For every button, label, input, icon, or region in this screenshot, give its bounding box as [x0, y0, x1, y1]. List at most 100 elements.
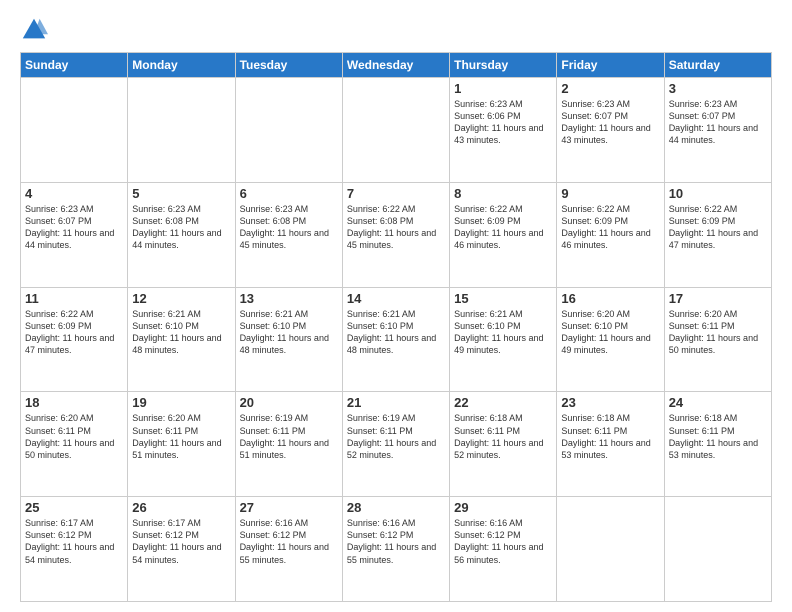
weekday-header: Saturday	[664, 53, 771, 78]
calendar-cell: 27 Sunrise: 6:16 AM Sunset: 6:12 PM Dayli…	[235, 497, 342, 602]
weekday-header: Thursday	[450, 53, 557, 78]
cell-day-number: 13	[240, 291, 338, 306]
cell-day-number: 8	[454, 186, 552, 201]
calendar-cell: 8 Sunrise: 6:22 AM Sunset: 6:09 PM Daylig…	[450, 182, 557, 287]
cell-day-number: 25	[25, 500, 123, 515]
cell-sun-info: Sunrise: 6:17 AM Sunset: 6:12 PM Dayligh…	[132, 517, 230, 566]
cell-sun-info: Sunrise: 6:22 AM Sunset: 6:08 PM Dayligh…	[347, 203, 445, 252]
calendar-cell: 22 Sunrise: 6:18 AM Sunset: 6:11 PM Dayli…	[450, 392, 557, 497]
cell-sun-info: Sunrise: 6:21 AM Sunset: 6:10 PM Dayligh…	[240, 308, 338, 357]
calendar-cell: 9Sunrise: 6:22 AM Sunset: 6:09 PM Daylig…	[557, 182, 664, 287]
calendar-week-row: 4 Sunrise: 6:23 AM Sunset: 6:07 PM Daylig…	[21, 182, 772, 287]
cell-day-number: 10	[669, 186, 767, 201]
cell-day-number: 17	[669, 291, 767, 306]
cell-day-number: 29	[454, 500, 552, 515]
weekday-header: Sunday	[21, 53, 128, 78]
calendar-cell: 19 Sunrise: 6:20 AM Sunset: 6:11 PM Dayli…	[128, 392, 235, 497]
calendar-cell: 6 Sunrise: 6:23 AM Sunset: 6:08 PM Daylig…	[235, 182, 342, 287]
cell-sun-info: Sunrise: 6:23 AM Sunset: 6:06 PM Dayligh…	[454, 98, 552, 147]
cell-sun-info: Sunrise: 6:23 AM Sunset: 6:08 PM Dayligh…	[132, 203, 230, 252]
cell-sun-info: Sunrise: 6:17 AM Sunset: 6:12 PM Dayligh…	[25, 517, 123, 566]
page: SundayMondayTuesdayWednesdayThursdayFrid…	[0, 0, 792, 612]
cell-day-number: 24	[669, 395, 767, 410]
cell-sun-info: Sunrise: 6:23 AM Sunset: 6:07 PM Dayligh…	[669, 98, 767, 147]
cell-sun-info: Sunrise: 6:19 AM Sunset: 6:11 PM Dayligh…	[347, 412, 445, 461]
calendar-cell: 5 Sunrise: 6:23 AM Sunset: 6:08 PM Daylig…	[128, 182, 235, 287]
cell-sun-info: Sunrise: 6:21 AM Sunset: 6:10 PM Dayligh…	[454, 308, 552, 357]
cell-day-number: 27	[240, 500, 338, 515]
cell-sun-info: Sunrise: 6:18 AM Sunset: 6:11 PM Dayligh…	[669, 412, 767, 461]
calendar-cell: 12 Sunrise: 6:21 AM Sunset: 6:10 PM Dayli…	[128, 287, 235, 392]
cell-day-number: 19	[132, 395, 230, 410]
cell-sun-info: Sunrise: 6:16 AM Sunset: 6:12 PM Dayligh…	[454, 517, 552, 566]
calendar-cell: 14 Sunrise: 6:21 AM Sunset: 6:10 PM Dayli…	[342, 287, 449, 392]
cell-sun-info: Sunrise: 6:20 AM Sunset: 6:11 PM Dayligh…	[132, 412, 230, 461]
cell-day-number: 12	[132, 291, 230, 306]
cell-sun-info: Sunrise: 6:19 AM Sunset: 6:11 PM Dayligh…	[240, 412, 338, 461]
calendar-week-row: 11Sunrise: 6:22 AM Sunset: 6:09 PM Dayli…	[21, 287, 772, 392]
calendar-cell: 24 Sunrise: 6:18 AM Sunset: 6:11 PM Dayli…	[664, 392, 771, 497]
calendar-week-row: 18 Sunrise: 6:20 AM Sunset: 6:11 PM Dayli…	[21, 392, 772, 497]
calendar-cell: 28 Sunrise: 6:16 AM Sunset: 6:12 PM Dayli…	[342, 497, 449, 602]
cell-sun-info: Sunrise: 6:21 AM Sunset: 6:10 PM Dayligh…	[347, 308, 445, 357]
cell-day-number: 21	[347, 395, 445, 410]
cell-day-number: 2	[561, 81, 659, 96]
calendar-cell: 17Sunrise: 6:20 AM Sunset: 6:11 PM Dayli…	[664, 287, 771, 392]
calendar-cell	[235, 78, 342, 183]
weekday-header: Friday	[557, 53, 664, 78]
cell-sun-info: Sunrise: 6:22 AM Sunset: 6:09 PM Dayligh…	[454, 203, 552, 252]
cell-sun-info: Sunrise: 6:23 AM Sunset: 6:07 PM Dayligh…	[25, 203, 123, 252]
calendar-cell: 11Sunrise: 6:22 AM Sunset: 6:09 PM Dayli…	[21, 287, 128, 392]
calendar-cell: 16Sunrise: 6:20 AM Sunset: 6:10 PM Dayli…	[557, 287, 664, 392]
cell-day-number: 14	[347, 291, 445, 306]
cell-sun-info: Sunrise: 6:22 AM Sunset: 6:09 PM Dayligh…	[25, 308, 123, 357]
cell-day-number: 20	[240, 395, 338, 410]
cell-day-number: 5	[132, 186, 230, 201]
calendar-cell: 13 Sunrise: 6:21 AM Sunset: 6:10 PM Dayli…	[235, 287, 342, 392]
calendar-cell: 18 Sunrise: 6:20 AM Sunset: 6:11 PM Dayli…	[21, 392, 128, 497]
cell-day-number: 1	[454, 81, 552, 96]
calendar-cell: 4 Sunrise: 6:23 AM Sunset: 6:07 PM Daylig…	[21, 182, 128, 287]
calendar-cell: 26 Sunrise: 6:17 AM Sunset: 6:12 PM Dayli…	[128, 497, 235, 602]
cell-day-number: 6	[240, 186, 338, 201]
weekday-header: Tuesday	[235, 53, 342, 78]
cell-sun-info: Sunrise: 6:21 AM Sunset: 6:10 PM Dayligh…	[132, 308, 230, 357]
cell-day-number: 16	[561, 291, 659, 306]
cell-day-number: 7	[347, 186, 445, 201]
calendar-cell	[128, 78, 235, 183]
calendar-cell	[557, 497, 664, 602]
calendar-week-row: 1 Sunrise: 6:23 AM Sunset: 6:06 PM Daylig…	[21, 78, 772, 183]
cell-day-number: 23	[561, 395, 659, 410]
cell-sun-info: Sunrise: 6:23 AM Sunset: 6:08 PM Dayligh…	[240, 203, 338, 252]
cell-sun-info: Sunrise: 6:16 AM Sunset: 6:12 PM Dayligh…	[240, 517, 338, 566]
calendar-cell	[342, 78, 449, 183]
cell-sun-info: Sunrise: 6:16 AM Sunset: 6:12 PM Dayligh…	[347, 517, 445, 566]
calendar-cell: 25 Sunrise: 6:17 AM Sunset: 6:12 PM Dayli…	[21, 497, 128, 602]
cell-day-number: 3	[669, 81, 767, 96]
cell-sun-info: Sunrise: 6:23 AM Sunset: 6:07 PM Dayligh…	[561, 98, 659, 147]
calendar-week-row: 25 Sunrise: 6:17 AM Sunset: 6:12 PM Dayli…	[21, 497, 772, 602]
calendar-cell: 10 Sunrise: 6:22 AM Sunset: 6:09 PM Dayli…	[664, 182, 771, 287]
cell-day-number: 4	[25, 186, 123, 201]
weekday-header-row: SundayMondayTuesdayWednesdayThursdayFrid…	[21, 53, 772, 78]
cell-day-number: 22	[454, 395, 552, 410]
cell-sun-info: Sunrise: 6:20 AM Sunset: 6:11 PM Dayligh…	[25, 412, 123, 461]
header	[20, 16, 772, 44]
cell-day-number: 26	[132, 500, 230, 515]
calendar-cell	[21, 78, 128, 183]
cell-sun-info: Sunrise: 6:22 AM Sunset: 6:09 PM Dayligh…	[561, 203, 659, 252]
cell-sun-info: Sunrise: 6:22 AM Sunset: 6:09 PM Dayligh…	[669, 203, 767, 252]
cell-day-number: 28	[347, 500, 445, 515]
calendar-cell: 21 Sunrise: 6:19 AM Sunset: 6:11 PM Dayli…	[342, 392, 449, 497]
calendar-cell: 7 Sunrise: 6:22 AM Sunset: 6:08 PM Daylig…	[342, 182, 449, 287]
calendar-cell: 1 Sunrise: 6:23 AM Sunset: 6:06 PM Daylig…	[450, 78, 557, 183]
calendar-cell: 20 Sunrise: 6:19 AM Sunset: 6:11 PM Dayli…	[235, 392, 342, 497]
cell-sun-info: Sunrise: 6:18 AM Sunset: 6:11 PM Dayligh…	[454, 412, 552, 461]
logo	[20, 16, 52, 44]
cell-day-number: 15	[454, 291, 552, 306]
calendar: SundayMondayTuesdayWednesdayThursdayFrid…	[20, 52, 772, 602]
calendar-cell	[664, 497, 771, 602]
weekday-header: Monday	[128, 53, 235, 78]
cell-sun-info: Sunrise: 6:18 AM Sunset: 6:11 PM Dayligh…	[561, 412, 659, 461]
cell-day-number: 18	[25, 395, 123, 410]
